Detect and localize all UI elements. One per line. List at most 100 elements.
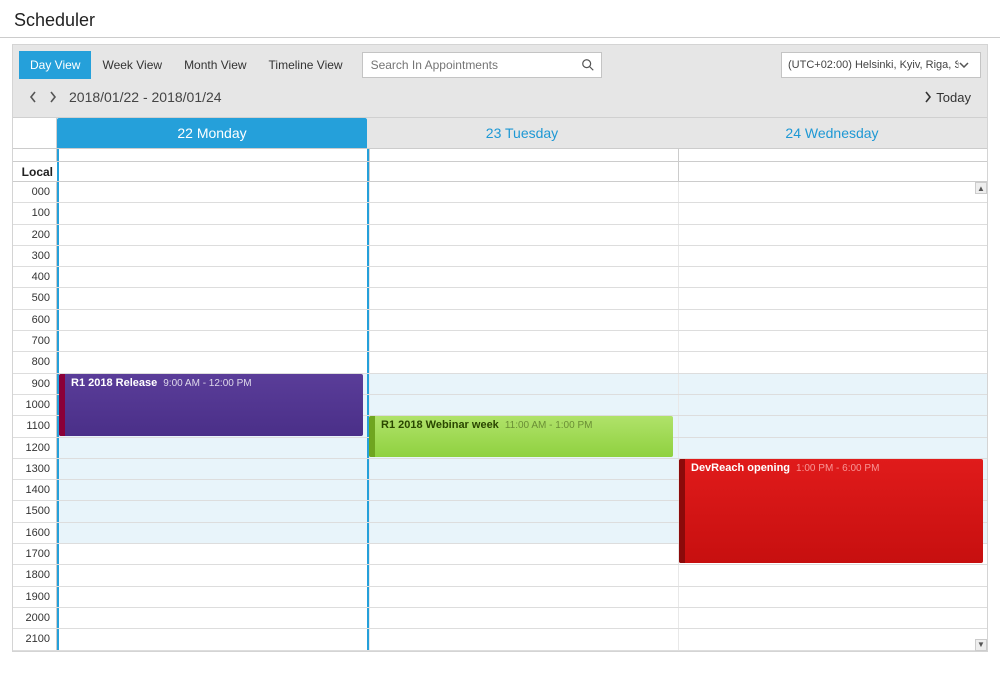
time-label: 1500	[13, 501, 57, 521]
next-button[interactable]	[43, 87, 63, 107]
time-cell[interactable]	[678, 203, 987, 223]
time-cell[interactable]	[57, 587, 369, 607]
time-cell[interactable]	[57, 203, 369, 223]
appointment-body: R1 2018 Webinar week 11:00 AM - 1:00 PM	[375, 416, 673, 457]
appointment-body: DevReach opening1:00 PM - 6:00 PM	[685, 459, 983, 564]
time-cell[interactable]	[57, 565, 369, 585]
appointment[interactable]: R1 2018 Release 9:00 AM - 12:00 PM	[59, 374, 363, 436]
appointment-time: 9:00 AM - 12:00 PM	[163, 378, 251, 389]
time-cell[interactable]	[369, 374, 678, 394]
time-row: 300	[13, 246, 987, 267]
time-row: 800	[13, 352, 987, 373]
time-cell[interactable]	[678, 182, 987, 202]
day-header-monday[interactable]: 22 Monday	[57, 118, 367, 148]
search-box	[362, 52, 602, 78]
time-cell[interactable]	[57, 182, 369, 202]
time-cell[interactable]	[57, 523, 369, 543]
toolbar: Day View Week View Month View Timeline V…	[13, 45, 987, 83]
time-cell[interactable]	[369, 310, 678, 330]
time-cell[interactable]	[57, 331, 369, 351]
time-cell[interactable]	[369, 182, 678, 202]
time-cell[interactable]	[678, 352, 987, 372]
time-cell[interactable]	[369, 608, 678, 628]
time-cell[interactable]	[57, 352, 369, 372]
scroll-up-button[interactable]: ▲	[975, 182, 987, 194]
appointment[interactable]: DevReach opening1:00 PM - 6:00 PM	[679, 459, 983, 564]
time-cell[interactable]	[369, 225, 678, 245]
today-label: Today	[936, 90, 971, 105]
time-cell[interactable]	[369, 288, 678, 308]
time-cell[interactable]	[678, 416, 987, 436]
time-cell[interactable]	[57, 246, 369, 266]
time-cell[interactable]	[57, 225, 369, 245]
prev-button[interactable]	[23, 87, 43, 107]
time-cell[interactable]	[369, 523, 678, 543]
time-cell[interactable]	[369, 352, 678, 372]
time-row: 1900	[13, 587, 987, 608]
time-cell[interactable]	[369, 246, 678, 266]
allday-cell[interactable]	[369, 149, 678, 161]
time-cell[interactable]	[57, 267, 369, 287]
time-cell[interactable]	[57, 438, 369, 458]
time-label: 500	[13, 288, 57, 308]
time-cell[interactable]	[369, 565, 678, 585]
time-cell[interactable]	[369, 395, 678, 415]
time-cell[interactable]	[57, 501, 369, 521]
time-cell[interactable]	[57, 310, 369, 330]
search-icon[interactable]	[581, 58, 601, 72]
allday-cell[interactable]	[57, 149, 369, 161]
time-cell[interactable]	[678, 310, 987, 330]
time-cell[interactable]	[678, 438, 987, 458]
ruler-header-label: Local	[13, 162, 57, 181]
time-cell[interactable]	[369, 203, 678, 223]
time-cell[interactable]	[678, 331, 987, 351]
time-cell[interactable]	[678, 587, 987, 607]
time-cell[interactable]	[57, 608, 369, 628]
time-cell[interactable]	[369, 267, 678, 287]
appointment-time: 11:00 AM - 1:00 PM	[505, 420, 593, 431]
scroll-down-button[interactable]: ▼	[975, 639, 987, 651]
time-cell[interactable]	[678, 629, 987, 649]
allday-cell[interactable]	[678, 149, 987, 161]
day-header-wednesday[interactable]: 24 Wednesday	[677, 118, 987, 148]
time-cell[interactable]	[57, 288, 369, 308]
time-cell[interactable]	[57, 544, 369, 564]
day-header-tuesday[interactable]: 23 Tuesday	[367, 118, 677, 148]
time-cell[interactable]	[369, 629, 678, 649]
time-cell[interactable]	[678, 374, 987, 394]
week-view-button[interactable]: Week View	[91, 51, 173, 79]
time-cell[interactable]	[57, 480, 369, 500]
time-row: 200	[13, 225, 987, 246]
time-cell[interactable]	[369, 459, 678, 479]
time-cell[interactable]	[369, 544, 678, 564]
time-cell[interactable]	[57, 459, 369, 479]
time-label: 300	[13, 246, 57, 266]
search-input[interactable]	[363, 58, 581, 72]
nav-row: 2018/01/22 - 2018/01/24 Today	[13, 83, 987, 117]
day-view-button[interactable]: Day View	[19, 51, 91, 79]
time-cell[interactable]	[369, 501, 678, 521]
appointment-title: R1 2018 Webinar week	[381, 419, 499, 431]
month-view-button[interactable]: Month View	[173, 51, 257, 79]
appointment[interactable]: R1 2018 Webinar week 11:00 AM - 1:00 PM	[369, 416, 673, 457]
today-button[interactable]: Today	[924, 90, 977, 105]
timezone-select[interactable]: (UTC+02:00) Helsinki, Kyiv, Riga, S	[781, 52, 981, 78]
time-label: 1100	[13, 416, 57, 436]
appointment-title: DevReach opening	[691, 462, 790, 474]
time-cell[interactable]	[57, 629, 369, 649]
time-cell[interactable]	[678, 565, 987, 585]
ruler-header-cell	[678, 162, 987, 181]
time-cell[interactable]	[678, 288, 987, 308]
time-cell[interactable]	[369, 587, 678, 607]
time-cell[interactable]	[678, 225, 987, 245]
time-cell[interactable]	[678, 608, 987, 628]
time-cell[interactable]	[678, 267, 987, 287]
time-label: 200	[13, 225, 57, 245]
time-cell[interactable]	[369, 331, 678, 351]
time-label: 1300	[13, 459, 57, 479]
time-cell[interactable]	[678, 395, 987, 415]
time-cell[interactable]	[678, 246, 987, 266]
timeline-view-button[interactable]: Timeline View	[258, 51, 354, 79]
time-cell[interactable]	[369, 480, 678, 500]
appointment-title: R1 2018 Release	[71, 377, 157, 389]
